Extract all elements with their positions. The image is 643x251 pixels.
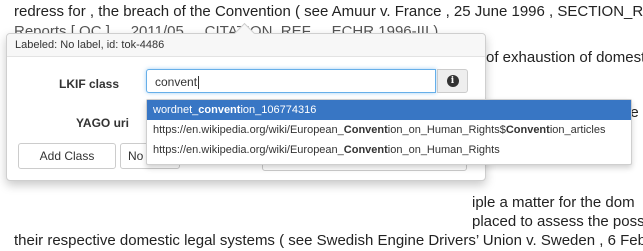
option-match: Convent	[343, 124, 388, 136]
text-caret	[198, 76, 200, 90]
autocomplete-option[interactable]: https://en.wikipedia.org/wiki/European_C…	[147, 140, 631, 160]
document-line: their respective domestic legal systems …	[14, 232, 643, 249]
info-icon: i	[446, 75, 459, 87]
option-text: https://en.wikipedia.org/wiki/European_	[153, 144, 344, 156]
document-line: iple a matter for the dom	[472, 194, 635, 211]
option-match: convent	[198, 104, 241, 116]
add-class-button[interactable]: Add Class	[18, 143, 116, 169]
document-line: redress for , the breach of the Conventi…	[14, 3, 643, 20]
autocomplete-dropdown: wordnet_convention_106774316 https://en.…	[146, 99, 632, 165]
popover-header: Labeled: No label, id: tok-4486	[7, 34, 485, 57]
document-line: of exhaustion of domesti	[486, 49, 643, 66]
lkif-class-label: LKIF class	[59, 77, 120, 91]
info-button[interactable]: i	[437, 69, 468, 93]
option-match: Convent	[505, 124, 550, 136]
option-match: Convent	[343, 144, 388, 156]
autocomplete-option[interactable]: https://en.wikipedia.org/wiki/European_C…	[147, 120, 631, 140]
document-line: placed to assess the poss	[472, 213, 643, 230]
lkif-class-input[interactable]: convent	[146, 69, 436, 93]
option-text: ion_on_Human_Rights$	[387, 124, 506, 136]
option-text: https://en.wikipedia.org/wiki/European_	[153, 124, 344, 136]
option-text: ion_articles	[549, 124, 606, 136]
yago-uri-label: YAGO uri	[76, 116, 129, 130]
lkif-class-value: convent	[155, 75, 198, 89]
option-text: ion_106774316	[240, 104, 317, 116]
option-text: wordnet_	[153, 104, 199, 116]
autocomplete-option[interactable]: wordnet_convention_106774316	[147, 100, 631, 120]
option-text: ion_on_Human_Rights	[387, 144, 500, 156]
